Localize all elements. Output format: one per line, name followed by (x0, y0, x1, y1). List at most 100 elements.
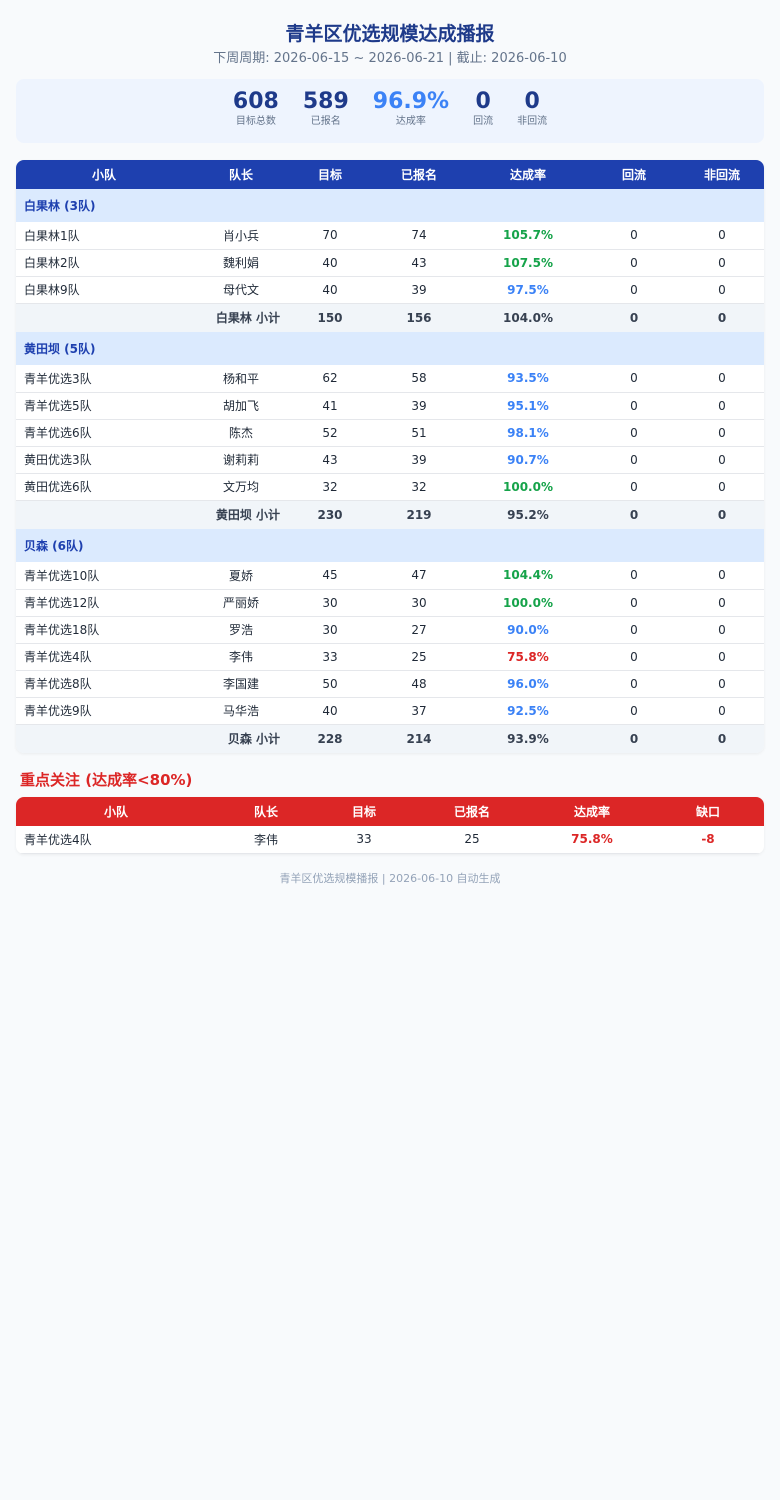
rate-value: 92.5% (468, 697, 588, 725)
registered-value: 25 (370, 643, 468, 671)
registered-value: 58 (370, 365, 468, 393)
registered-value: 39 (370, 446, 468, 474)
returning-value: 0 (588, 392, 680, 420)
col-header: 小队 (16, 160, 192, 189)
captain-name: 母代文 (192, 276, 290, 304)
target-value: 70 (290, 222, 370, 250)
team-name: 白果林1队 (16, 222, 192, 250)
captain-name: 陈杰 (192, 419, 290, 447)
group-header-row: 黄田坝 (5队) (16, 332, 764, 365)
subtotal-returning: 0 (588, 500, 680, 529)
team-name: 青羊优选18队 (16, 616, 192, 644)
stat-returning: 0 回流 (473, 89, 493, 129)
non-returning-value: 0 (680, 419, 764, 447)
registered-value: 32 (370, 473, 468, 501)
stat-rate: 96.9% 达成率 (373, 89, 449, 129)
table-header-row: 小队 队长 目标 已报名 达成率 缺口 (16, 797, 764, 826)
table-row: 青羊优选9队 马华浩 40 37 92.5% 0 0 (16, 697, 764, 725)
registered-value: 30 (370, 589, 468, 617)
returning-value: 0 (588, 249, 680, 277)
col-header: 缺口 (652, 797, 764, 826)
team-name: 青羊优选5队 (16, 392, 192, 420)
captain-name: 文万均 (192, 473, 290, 501)
captain-name: 罗浩 (192, 616, 290, 644)
col-header: 已报名 (412, 797, 532, 826)
returning-value: 0 (588, 562, 680, 590)
rate-value: 95.1% (468, 392, 588, 420)
col-header: 目标 (290, 160, 370, 189)
returning-value: 0 (588, 473, 680, 501)
non-returning-value: 0 (680, 365, 764, 393)
subtotal-row: 贝森 小计 228 214 93.9% 0 0 (16, 724, 764, 753)
rate-value: 96.0% (468, 670, 588, 698)
table-row: 青羊优选4队 李伟 33 25 75.8% -8 (16, 826, 764, 854)
table-row: 白果林1队 肖小兵 70 74 105.7% 0 0 (16, 222, 764, 250)
table-row: 青羊优选5队 胡加飞 41 39 95.1% 0 0 (16, 392, 764, 420)
table-row: 白果林9队 母代文 40 39 97.5% 0 0 (16, 276, 764, 304)
target-value: 40 (290, 276, 370, 304)
subtotal-non-returning: 0 (680, 724, 764, 753)
returning-value: 0 (588, 419, 680, 447)
stat-registered: 589 已报名 (303, 89, 349, 129)
target-value: 30 (290, 616, 370, 644)
non-returning-value: 0 (680, 249, 764, 277)
returning-value: 0 (588, 697, 680, 725)
non-returning-value: 0 (680, 222, 764, 250)
returning-value: 0 (588, 616, 680, 644)
captain-name: 夏娇 (192, 562, 290, 590)
registered-value: 48 (370, 670, 468, 698)
returning-value: 0 (588, 222, 680, 250)
captain-name: 马华浩 (192, 697, 290, 725)
col-header: 已报名 (370, 160, 468, 189)
stat-target-total: 608 目标总数 (233, 89, 279, 129)
captain-name: 严丽娇 (192, 589, 290, 617)
stat-label: 目标总数 (235, 116, 276, 127)
stat-label: 达成率 (395, 116, 426, 127)
subtotal-label: 白果林 小计 (16, 303, 290, 332)
gap-value: -8 (652, 826, 764, 854)
target-value: 40 (290, 697, 370, 725)
rate-value: 104.4% (468, 562, 588, 590)
rate-value: 107.5% (468, 249, 588, 277)
page-subtitle: 下周周期: 2026-06-15 ~ 2026-06-21 | 截止: 2026… (213, 51, 567, 66)
returning-value: 0 (588, 276, 680, 304)
table-row: 白果林2队 魏利娟 40 43 107.5% 0 0 (16, 249, 764, 277)
subtotal-label: 黄田坝 小计 (16, 500, 290, 529)
rate-value: 75.8% (468, 643, 588, 671)
col-header: 达成率 (532, 797, 652, 826)
target-value: 32 (290, 473, 370, 501)
team-name: 青羊优选4队 (16, 826, 216, 854)
table-row: 青羊优选12队 严丽娇 30 30 100.0% 0 0 (16, 589, 764, 617)
target-value: 62 (290, 365, 370, 393)
subtotal-row: 白果林 小计 150 156 104.0% 0 0 (16, 303, 764, 332)
subtotal-non-returning: 0 (680, 500, 764, 529)
registered-value: 37 (370, 697, 468, 725)
group-header-row: 白果林 (3队) (16, 189, 764, 222)
target-value: 33 (290, 643, 370, 671)
team-name: 青羊优选9队 (16, 697, 192, 725)
col-header: 达成率 (468, 160, 588, 189)
registered-value: 47 (370, 562, 468, 590)
non-returning-value: 0 (680, 589, 764, 617)
target-value: 41 (290, 392, 370, 420)
subtotal-target: 230 (290, 500, 370, 529)
team-name: 青羊优选3队 (16, 365, 192, 393)
stat-label: 非回流 (517, 116, 548, 127)
focus-section-title: 重点关注 (达成率<80%) (20, 771, 193, 789)
non-returning-value: 0 (680, 697, 764, 725)
registered-value: 39 (370, 276, 468, 304)
captain-name: 魏利娟 (192, 249, 290, 277)
rate-value: 93.5% (468, 365, 588, 393)
non-returning-value: 0 (680, 670, 764, 698)
table-row: 青羊优选4队 李伟 33 25 75.8% 0 0 (16, 643, 764, 671)
target-value: 33 (316, 826, 412, 854)
group-title: 黄田坝 (5队) (16, 332, 764, 365)
registered-value: 27 (370, 616, 468, 644)
captain-name: 李国建 (192, 670, 290, 698)
col-header: 队长 (216, 797, 316, 826)
subtotal-row: 黄田坝 小计 230 219 95.2% 0 0 (16, 500, 764, 529)
col-header: 回流 (588, 160, 680, 189)
returning-value: 0 (588, 643, 680, 671)
stat-label: 回流 (473, 116, 494, 127)
captain-name: 杨和平 (192, 365, 290, 393)
